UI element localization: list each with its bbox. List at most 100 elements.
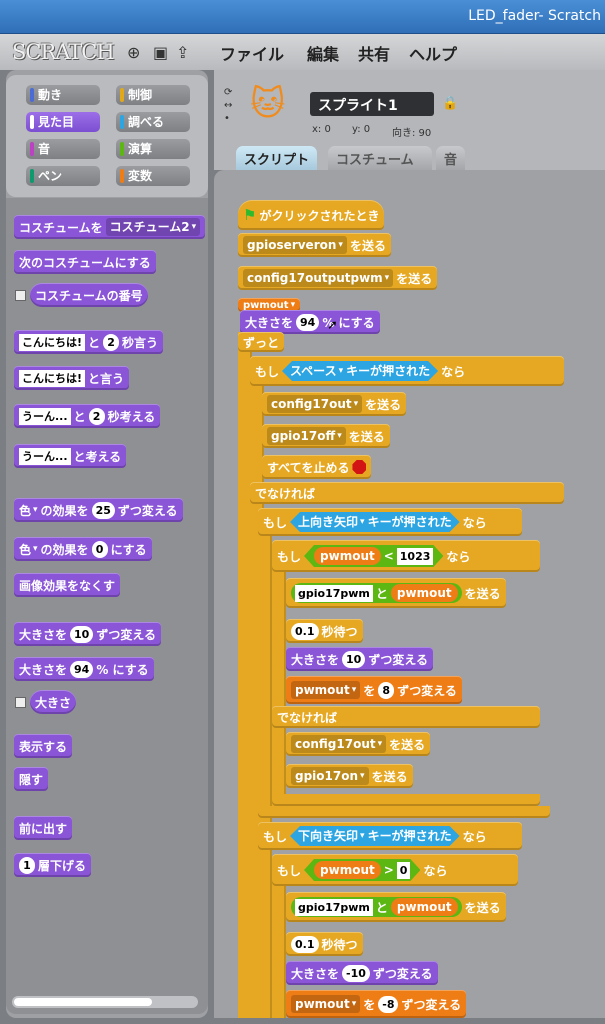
less-than-operator[interactable]: pwmout < 1023 [304, 545, 443, 567]
think-block[interactable]: うーん... と考える [14, 444, 127, 468]
menu-edit[interactable]: 編集 [307, 41, 339, 65]
join-operator-1[interactable]: gpio17pwm と pwmout [291, 583, 462, 603]
sprite-y: y: 0 [352, 124, 371, 135]
broadcast-gpio17off[interactable]: gpio17off を送る [262, 424, 390, 448]
menu-bar: SCRATCH ⊕ ▣ ⇪ ファイル 編集 共有 ヘルプ [0, 34, 605, 70]
say-for-secs-block[interactable]: こんにちは! と 2 秒言う [14, 330, 164, 354]
else-label-2: でなければ [272, 706, 540, 728]
when-flag-clicked-hat[interactable]: ⚑ がクリックされたとき [238, 200, 385, 230]
broadcast-config17out-2[interactable]: config17out を送る [286, 732, 431, 756]
broadcast-join-block-2[interactable]: gpio17pwm と pwmout を送る [286, 892, 506, 922]
wait-block-1[interactable]: 0.1 秒待つ [286, 619, 363, 643]
effect-set-input[interactable]: 0 [91, 540, 108, 558]
go-front-block[interactable]: 前に出す [14, 816, 73, 840]
key-pressed-up[interactable]: 上向き矢印 キーが押された [290, 512, 460, 532]
costume-number-checkbox[interactable] [15, 290, 26, 301]
key-pressed-down[interactable]: 下向き矢印 キーが押された [290, 826, 460, 846]
sprite-thumbnail-cat: 🐱 [250, 84, 286, 124]
say-input[interactable]: こんにちは! [19, 369, 86, 387]
sprite-name-field[interactable]: スプライト1 [310, 92, 434, 116]
change-var-block-2[interactable]: pwmout を -8 ずつ変える [286, 990, 467, 1018]
think-text-input[interactable]: うーん... [19, 407, 71, 425]
if-else-space-block[interactable]: もし スペース キーが押された なら [250, 356, 564, 386]
share-icon[interactable]: ⇪ [176, 43, 189, 62]
category-sensing[interactable]: 調べる [116, 112, 190, 132]
join-operator-2[interactable]: gpio17pwm と pwmout [291, 897, 462, 917]
costume-number-reporter[interactable]: コスチュームの番号 [30, 283, 148, 307]
think-input[interactable]: うーん... [19, 447, 71, 465]
broadcast-block-1[interactable]: gpioserveron を送る [238, 233, 391, 257]
hide-block[interactable]: 隠す [14, 767, 49, 791]
save-icon[interactable]: ▣ [153, 43, 168, 62]
say-secs-input[interactable]: 2 [103, 333, 120, 351]
go-back-block[interactable]: 1 層下げる [14, 853, 92, 877]
effect-change-input[interactable]: 25 [91, 501, 115, 519]
key-dropdown-up[interactable]: 上向き矢印 [298, 512, 365, 532]
if-else-up-block[interactable]: もし 上向き矢印 キーが押された なら [258, 508, 522, 536]
menu-file[interactable]: ファイル [220, 41, 284, 65]
switch-costume-block[interactable]: コスチュームを コスチューム2 [14, 215, 206, 239]
size-set-input[interactable]: 94 [70, 660, 94, 678]
layers-input[interactable]: 1 [19, 856, 35, 874]
category-motion[interactable]: 動き [26, 85, 100, 105]
scrollbar-thumb[interactable] [14, 998, 152, 1006]
next-costume-block[interactable]: 次のコスチュームにする [14, 250, 156, 274]
wait-block-2[interactable]: 0.1 秒待つ [286, 932, 363, 956]
think-secs-input[interactable]: 2 [88, 407, 105, 425]
key-pressed-space[interactable]: スペース キーが押された [282, 361, 438, 381]
effect-set-dropdown[interactable]: 色 [19, 541, 38, 558]
rotation-style-icons[interactable]: ⟳ ↔ • [224, 86, 232, 125]
category-operators[interactable]: 演算 [116, 139, 190, 159]
change-var-block-1[interactable]: pwmout を 8 ずつ変える [286, 676, 462, 704]
tab-scripts[interactable]: スクリプト [236, 146, 318, 170]
palette-scrollbar[interactable] [12, 996, 198, 1008]
if-pwm-arm [272, 550, 286, 810]
say-block[interactable]: こんにちは! と言う [14, 366, 130, 390]
think-for-secs-block[interactable]: うーん... と 2 秒考える [14, 404, 161, 428]
stop-all-block[interactable]: すべてを止める [262, 455, 372, 479]
change-size-block-2[interactable]: 大きさを -10 ずつ変える [286, 961, 438, 985]
change-size-block-1[interactable]: 大きさを 10 ずつ変える [286, 647, 433, 671]
category-pen[interactable]: ペン [26, 166, 100, 186]
lt-input[interactable]: 1023 [397, 548, 434, 565]
if-else-pwm-lt-block[interactable]: もし pwmout < 1023 なら [272, 540, 540, 572]
tab-sounds[interactable]: 音 [436, 146, 466, 170]
message-dropdown-2[interactable]: config17outputpwm [243, 269, 394, 287]
clear-effects-block[interactable]: 画像効果をなくす [14, 573, 121, 597]
dragged-size-input[interactable]: 94 [296, 313, 320, 331]
broadcast-block-2[interactable]: config17outputpwm を送る [238, 266, 438, 290]
category-panel: 動き 制御 見た目 調べる 音 演算 ペン 変数 [6, 75, 208, 197]
change-effect-block[interactable]: 色 の効果を 25 ずつ変える [14, 498, 183, 522]
size-change-input[interactable]: 10 [70, 625, 94, 643]
change-size-block[interactable]: 大きさを 10 ずつ変える [14, 622, 161, 646]
dragged-set-size-block[interactable]: 大きさを 94 % にする [240, 310, 380, 334]
menu-help[interactable]: ヘルプ [409, 41, 457, 65]
forever-block[interactable]: ずっと [238, 332, 285, 352]
if-else-down-block[interactable]: もし 下向き矢印 キーが押された なら [258, 822, 522, 850]
globe-icon[interactable]: ⊕ [127, 43, 140, 62]
category-sound[interactable]: 音 [26, 139, 100, 159]
broadcast-join-block-1[interactable]: gpio17pwm と pwmout を送る [286, 578, 506, 608]
lock-icon[interactable]: 🔒 [442, 96, 458, 111]
gt-input[interactable]: 0 [397, 862, 411, 879]
category-variables[interactable]: 変数 [116, 166, 190, 186]
category-control[interactable]: 制御 [116, 85, 190, 105]
size-checkbox[interactable] [15, 697, 26, 708]
say-text-input[interactable]: こんにちは! [19, 333, 86, 351]
costume-dropdown[interactable]: コスチューム2 [105, 218, 201, 236]
key-dropdown-space[interactable]: スペース [290, 361, 343, 381]
menu-share[interactable]: 共有 [358, 41, 390, 65]
size-reporter[interactable]: 大きさ [30, 690, 77, 714]
if-else-pwm-gt-block[interactable]: もし pwmout > 0 なら [272, 854, 518, 886]
category-looks[interactable]: 見た目 [26, 112, 100, 132]
tab-costumes[interactable]: コスチューム [328, 146, 432, 170]
show-block[interactable]: 表示する [14, 734, 73, 758]
greater-than-operator[interactable]: pwmout > 0 [304, 859, 420, 881]
message-dropdown-1[interactable]: gpioserveron [243, 236, 347, 254]
broadcast-config17out[interactable]: config17out を送る [262, 392, 407, 416]
key-dropdown-down[interactable]: 下向き矢印 [298, 826, 365, 846]
broadcast-gpio17on[interactable]: gpio17on を送る [286, 764, 413, 788]
set-size-block[interactable]: 大きさを 94 % にする [14, 657, 154, 681]
set-effect-block[interactable]: 色 の効果を 0 にする [14, 537, 152, 561]
effect-dropdown[interactable]: 色 [19, 502, 38, 519]
